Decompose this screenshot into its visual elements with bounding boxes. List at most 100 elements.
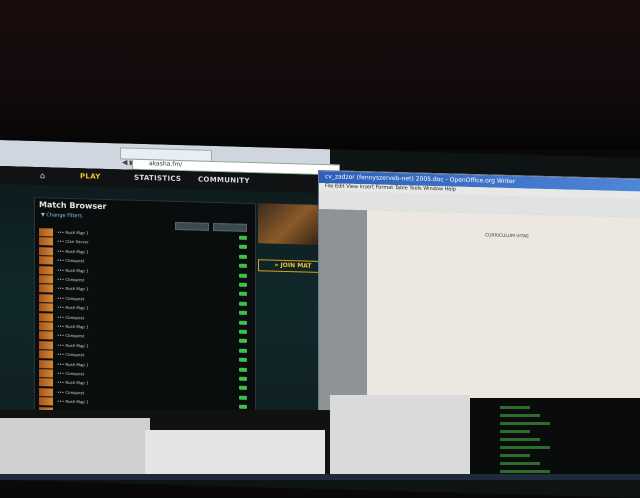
signal-icon xyxy=(239,320,247,325)
server-name: ••• Conquest xyxy=(57,370,85,377)
server-description xyxy=(149,345,219,353)
server-description xyxy=(149,307,219,315)
map-thumbnail xyxy=(39,265,53,275)
terminal-line xyxy=(500,446,550,449)
map-thumbnail xyxy=(39,331,53,340)
terminal-line xyxy=(500,454,530,457)
map-thumbnail xyxy=(39,369,53,378)
server-description xyxy=(149,364,219,372)
taskbar xyxy=(0,474,640,480)
server-description xyxy=(149,289,219,297)
server-name: ••• Conquest xyxy=(57,314,85,320)
server-name: ••• Conquest xyxy=(57,276,85,283)
desk-paper-middle xyxy=(145,430,325,480)
server-name: ••• Clan Server xyxy=(57,238,89,245)
terminal-line xyxy=(500,406,530,409)
signal-icon xyxy=(239,376,247,381)
map-thumbnail xyxy=(39,378,53,387)
doc-heading: CURRICULUM VITAE xyxy=(484,233,530,240)
signal-icon xyxy=(239,263,247,269)
signal-icon xyxy=(239,282,247,287)
nav-play[interactable]: PLAY xyxy=(80,172,101,181)
writer-window: cv_zadzor (fennyszerveb-net) 2005.doc - … xyxy=(318,170,640,421)
map-thumbnail xyxy=(39,293,53,303)
server-description xyxy=(149,401,219,409)
writer-page-gutter xyxy=(319,209,367,413)
server-description xyxy=(149,373,219,381)
server-name: ••• Rush Map 1 xyxy=(57,229,89,236)
terminal-line xyxy=(500,414,540,417)
map-thumbnail xyxy=(39,397,53,406)
server-description xyxy=(149,392,219,400)
nav-statistics[interactable]: STATISTICS xyxy=(134,174,181,183)
server-description xyxy=(149,317,219,325)
signal-icon xyxy=(239,292,247,297)
server-name: ••• Conquest xyxy=(57,351,85,358)
signal-icon xyxy=(239,329,247,334)
server-description xyxy=(149,298,219,306)
signal-icon xyxy=(239,404,247,410)
map-thumbnail xyxy=(39,340,53,350)
map-thumbnail xyxy=(39,237,53,246)
map-thumbnail xyxy=(39,284,53,293)
match-browser-panel: Match Browser ▼ Change Filters ••• Rush … xyxy=(34,196,256,426)
signal-icon xyxy=(239,245,247,250)
signal-icon xyxy=(239,367,247,372)
server-description xyxy=(149,270,219,278)
map-thumbnail xyxy=(39,312,53,322)
map-thumbnail xyxy=(39,350,53,359)
side-server-list xyxy=(258,277,324,389)
map-thumbnail xyxy=(39,303,53,312)
server-description xyxy=(149,260,219,268)
signal-icon xyxy=(239,386,247,391)
signal-icon xyxy=(239,301,247,306)
server-name: ••• Rush Map 1 xyxy=(57,342,89,349)
map-thumbnail xyxy=(39,228,53,237)
server-name: ••• Conquest xyxy=(57,332,85,339)
server-name: ••• Rush Map 1 xyxy=(57,267,89,274)
writer-page[interactable]: CURRICULUM VITAE xyxy=(367,210,640,420)
server-description xyxy=(149,383,219,391)
signal-icon xyxy=(239,339,247,344)
map-thumbnail xyxy=(39,256,53,265)
signal-icon xyxy=(239,235,247,240)
server-name: ••• Rush Map 1 xyxy=(57,248,89,255)
server-description xyxy=(149,232,219,240)
map-thumbnail xyxy=(39,359,53,369)
signal-icon xyxy=(239,273,247,278)
terminal-line xyxy=(500,422,550,425)
home-icon[interactable]: ⌂ xyxy=(40,171,45,180)
map-thumbnail xyxy=(39,387,53,397)
terminal-line xyxy=(500,462,540,465)
promo-image xyxy=(258,203,326,246)
server-name: ••• Conquest xyxy=(57,389,85,396)
server-description xyxy=(149,354,219,362)
terminal-line xyxy=(500,438,540,441)
server-name: ••• Conquest xyxy=(57,295,85,302)
map-thumbnail xyxy=(39,275,53,284)
signal-icon xyxy=(239,310,247,316)
terminal-line xyxy=(500,470,550,473)
terminal-line xyxy=(500,430,530,433)
signal-icon xyxy=(239,254,247,259)
server-name: ••• Rush Map 1 xyxy=(57,398,89,405)
filter-button-2[interactable] xyxy=(213,222,247,232)
second-monitor-terminal xyxy=(470,398,640,480)
nav-community[interactable]: COMMUNITY xyxy=(198,176,250,185)
desk-paper-left xyxy=(0,418,150,480)
map-thumbnail xyxy=(39,246,53,256)
server-name: ••• Rush Map 1 xyxy=(57,304,89,311)
signal-icon xyxy=(239,348,247,353)
filter-button-1[interactable] xyxy=(175,221,209,231)
server-description xyxy=(149,242,219,250)
map-thumbnail xyxy=(39,322,53,331)
server-name: ••• Rush Map 1 xyxy=(57,323,89,330)
server-description xyxy=(149,251,219,259)
server-description xyxy=(149,326,219,334)
server-description xyxy=(149,279,219,287)
signal-icon xyxy=(239,357,247,363)
change-filters-link[interactable]: ▼ Change Filters xyxy=(41,212,82,219)
match-browser-title: Match Browser xyxy=(39,200,107,211)
server-description xyxy=(149,336,219,344)
signal-icon xyxy=(239,395,247,400)
